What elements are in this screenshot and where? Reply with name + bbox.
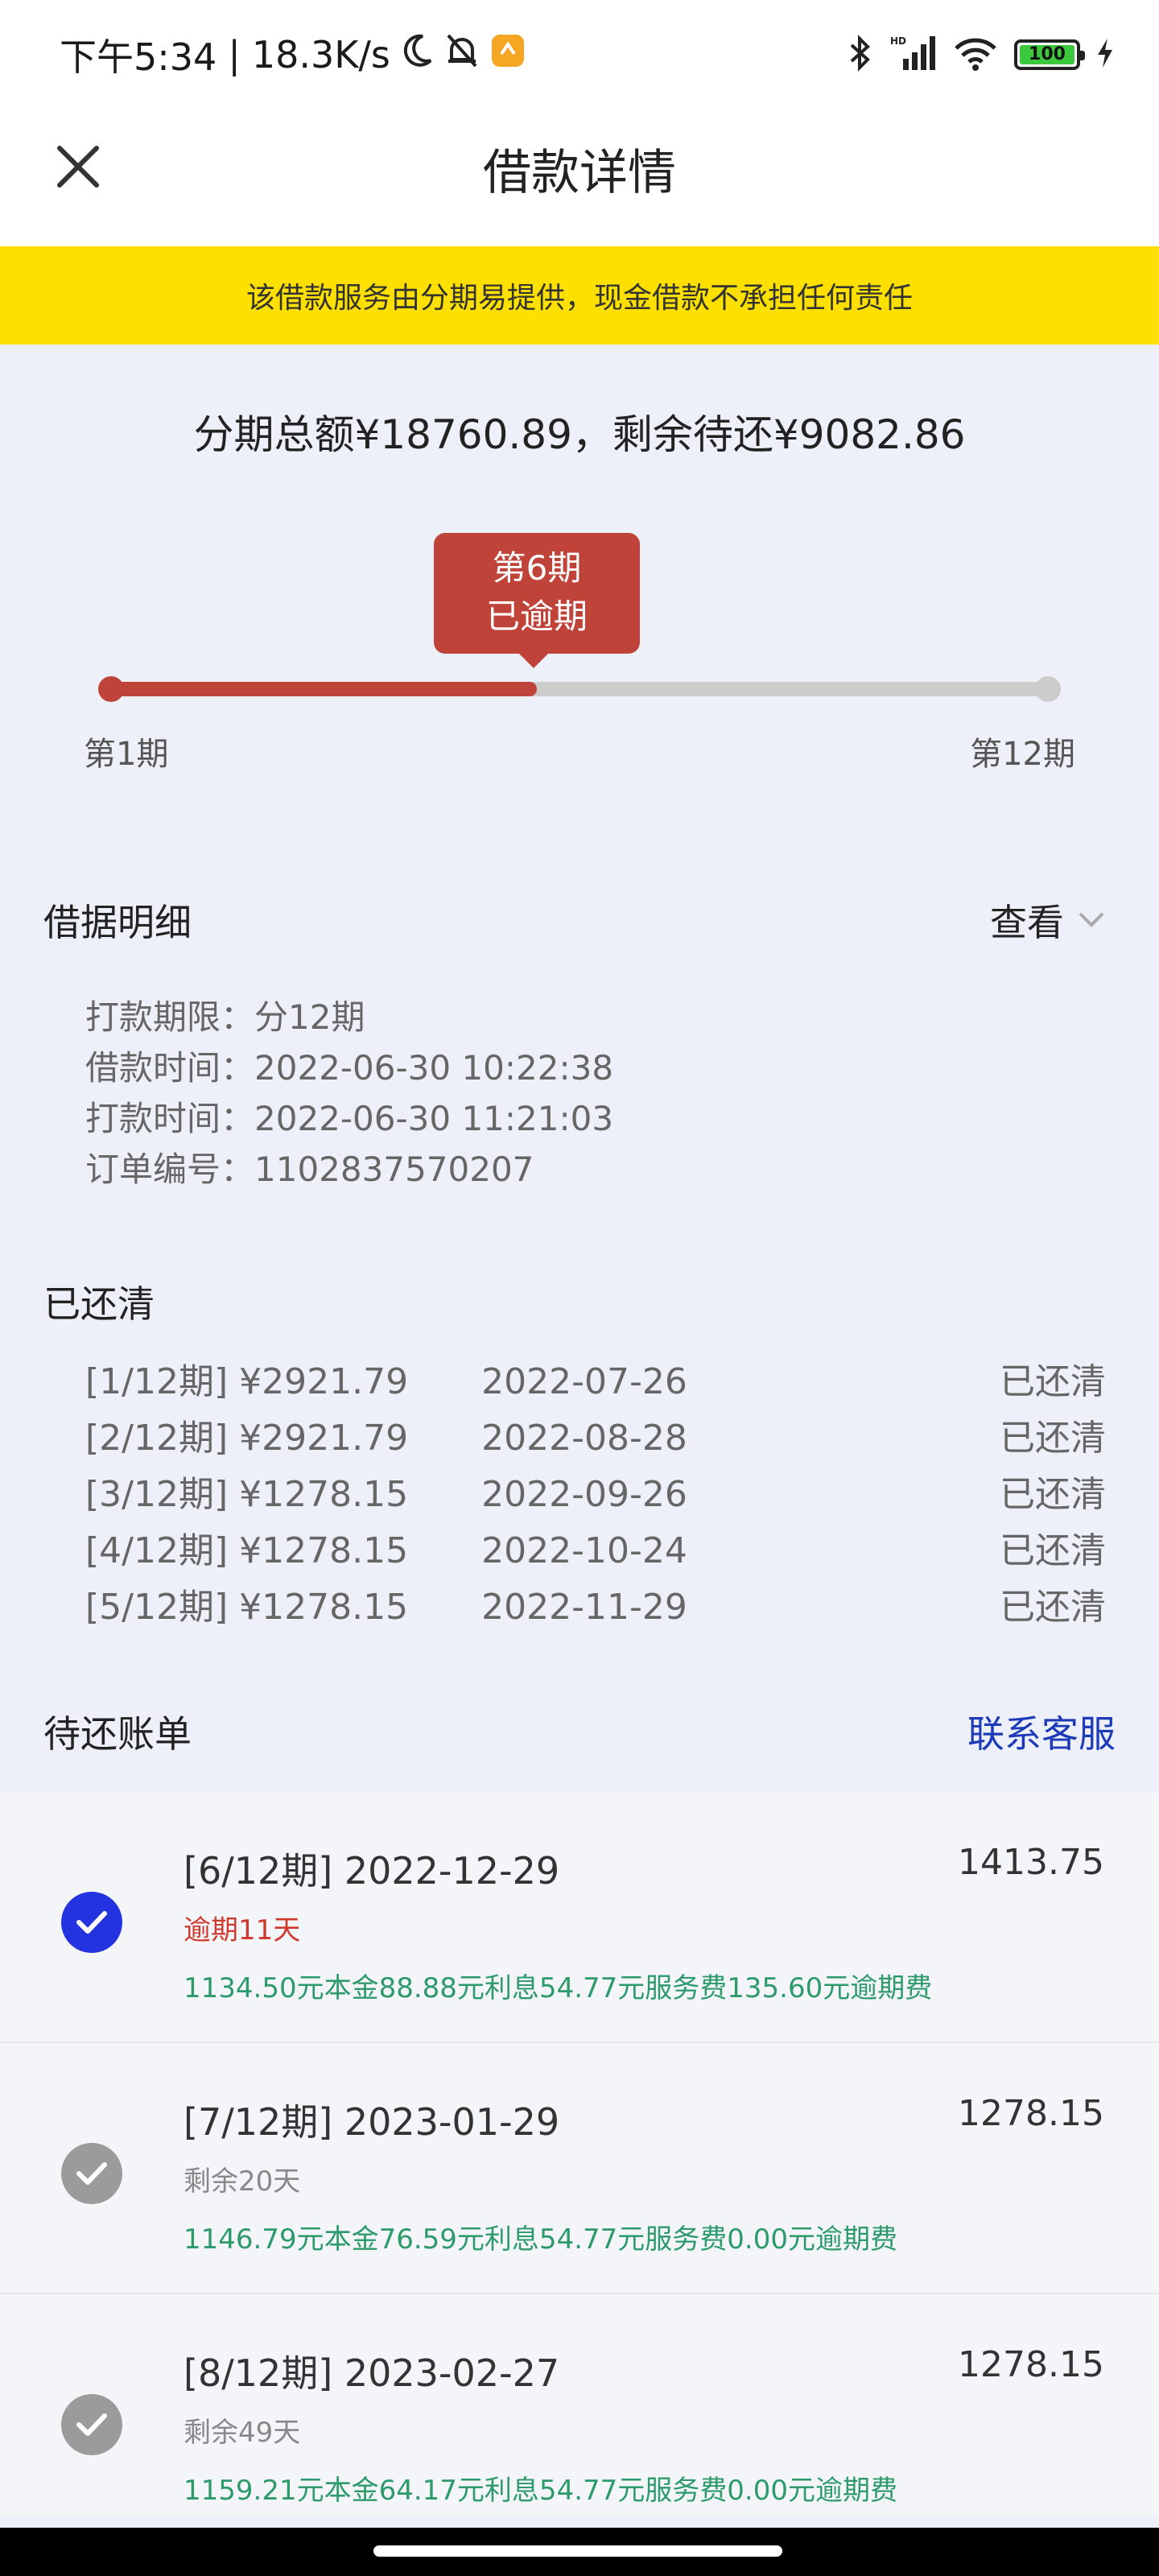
- paid-row: [2/12期] ¥2921.79 2022-08-28 已还清: [85, 1410, 1106, 1467]
- detail-row-loan-time: 借款时间：2022-06-30 10:22:38: [85, 1042, 613, 1093]
- home-gesture-bar[interactable]: [373, 2545, 782, 2557]
- bill-checkbox[interactable]: [61, 1892, 122, 1953]
- loan-detail-list: 打款期限：分12期 借款时间：2022-06-30 10:22:38 打款时间：…: [85, 992, 613, 1195]
- detail-label: 打款期限：: [85, 997, 255, 1037]
- paid-status: 已还清: [1000, 1530, 1106, 1571]
- bill-remaining-days: 剩余20天: [184, 2165, 301, 2198]
- view-loan-detail-button[interactable]: 查看: [990, 894, 1106, 947]
- paid-period: [4/12期] ¥1278.15: [85, 1530, 409, 1571]
- detail-row-order-number: 订单编号：1102837570207: [85, 1144, 613, 1195]
- progress-end-label: 第12期: [970, 736, 1075, 773]
- signal-hd-label: HD: [890, 35, 906, 47]
- bill-remaining-days: 剩余49天: [184, 2417, 301, 2449]
- detail-row-payout-time: 打款时间：2022-06-30 11:21:03: [85, 1093, 613, 1144]
- current-period-status: 已逾期: [485, 597, 588, 636]
- paid-status: 已还清: [1000, 1587, 1106, 1628]
- bill-breakdown: 1134.50元本金88.88元利息54.77元服务费135.60元逾期费: [184, 1972, 933, 2004]
- detail-value: 1102837570207: [254, 1150, 534, 1189]
- paid-section-title: 已还清: [43, 1282, 155, 1326]
- current-period-tooltip: 第6期 已逾期: [434, 533, 640, 668]
- progress-fill: [111, 682, 537, 696]
- bill-breakdown: 1146.79元本金76.59元利息54.77元服务费0.00元逾期费: [184, 2223, 897, 2256]
- paid-date: 2022-11-29: [481, 1587, 687, 1628]
- bill-item[interactable]: [8/12期] 2023-02-27 1278.15 剩余49天 1159.21…: [0, 2294, 1159, 2544]
- charging-icon: [1096, 37, 1114, 72]
- signal-icon: HD: [889, 35, 937, 75]
- installment-progress: 第6期 已逾期 第1期 第12期: [0, 531, 1159, 789]
- disclaimer-banner: 该借款服务由分期易提供，现金借款不承担任何责任: [0, 246, 1159, 345]
- paid-status: 已还清: [1000, 1418, 1106, 1459]
- installment-summary: 分期总额¥18760.89，剩余待还¥9082.86: [193, 411, 966, 458]
- bill-amount: 1278.15: [958, 2344, 1104, 2385]
- paid-status: 已还清: [1000, 1474, 1106, 1515]
- checkmark-icon: [76, 2162, 107, 2185]
- view-label: 查看: [990, 901, 1064, 944]
- bill-overdue-status: 逾期11天: [184, 1914, 301, 1946]
- disclaimer-text: 该借款服务由分期易提供，现金借款不承担任何责任: [245, 282, 913, 315]
- loan-detail-title: 借据明细: [43, 901, 192, 944]
- nav-bar: 借款详情: [0, 109, 1159, 246]
- status-bar-right: HD 100: [848, 29, 1114, 80]
- bill-amount: 1413.75: [958, 1842, 1104, 1883]
- detail-label: 订单编号：: [85, 1150, 255, 1189]
- bill-checkbox[interactable]: [61, 2394, 122, 2455]
- paid-period: [5/12期] ¥1278.15: [85, 1587, 409, 1628]
- app-root: 下午5:34 | 18.3K/s HD 100 借款详情 该借款服务由分期易提供…: [0, 0, 1159, 2576]
- detail-row-term: 打款期限：分12期: [85, 992, 613, 1042]
- battery-level: 100: [1020, 45, 1074, 64]
- bell-off-icon: [445, 32, 479, 78]
- progress-end-dot: [1035, 676, 1061, 702]
- paid-period: [3/12期] ¥1278.15: [85, 1474, 409, 1515]
- bill-title: [8/12期] 2023-02-27: [184, 2351, 560, 2395]
- status-bar-left: 下午5:34 | 18.3K/s: [60, 29, 526, 80]
- paid-status: 已还清: [1000, 1361, 1106, 1402]
- status-network-speed: 18.3K/s: [251, 33, 390, 76]
- progress-start-dot: [98, 676, 124, 702]
- bill-amount: 1278.15: [958, 2093, 1104, 2134]
- bill-item[interactable]: [6/12期] 2022-12-29 1413.75 逾期11天 1134.50…: [0, 1792, 1159, 2043]
- paid-row: [3/12期] ¥1278.15 2022-09-26 已还清: [85, 1467, 1106, 1523]
- paid-date: 2022-10-24: [481, 1530, 687, 1571]
- detail-label: 打款时间：: [85, 1099, 255, 1138]
- bill-title: [6/12期] 2022-12-29: [184, 1849, 560, 1893]
- detail-label: 借款时间：: [85, 1048, 255, 1088]
- bluetooth-icon: [848, 34, 872, 76]
- pending-bill-list: [6/12期] 2022-12-29 1413.75 逾期11天 1134.50…: [0, 1792, 1159, 2516]
- paid-date: 2022-08-28: [481, 1418, 687, 1459]
- battery-icon: 100: [1014, 39, 1085, 70]
- page-title: 借款详情: [483, 145, 676, 201]
- checkmark-icon: [76, 1911, 107, 1934]
- status-time: 下午5:34: [60, 35, 217, 79]
- paid-period: [1/12期] ¥2921.79: [85, 1361, 409, 1402]
- paid-date: 2022-07-26: [481, 1361, 687, 1402]
- app-notification-icon: [490, 33, 526, 77]
- chevron-down-icon: [1079, 912, 1104, 927]
- bill-item[interactable]: [7/12期] 2023-01-29 1278.15 剩余20天 1146.79…: [0, 2043, 1159, 2294]
- detail-value: 2022-06-30 10:22:38: [254, 1048, 614, 1088]
- pending-section-title: 待还账单: [43, 1712, 192, 1756]
- bill-title: [7/12期] 2023-01-29: [184, 2100, 560, 2144]
- paid-date: 2022-09-26: [481, 1474, 687, 1515]
- current-period-label: 第6期: [492, 548, 582, 588]
- bill-checkbox[interactable]: [61, 2143, 122, 2204]
- status-separator: |: [228, 33, 241, 76]
- bill-breakdown: 1159.21元本金64.17元利息54.77元服务费0.00元逾期费: [184, 2475, 897, 2507]
- moon-icon: [402, 33, 434, 77]
- contact-support-link[interactable]: 联系客服: [967, 1705, 1116, 1758]
- paid-list: [1/12期] ¥2921.79 2022-07-26 已还清 [2/12期] …: [85, 1354, 1106, 1636]
- progress-track: [111, 682, 1048, 696]
- paid-period: [2/12期] ¥2921.79: [85, 1418, 409, 1459]
- detail-value: 分12期: [254, 997, 365, 1037]
- paid-row: [4/12期] ¥1278.15 2022-10-24 已还清: [85, 1523, 1106, 1579]
- status-bar: 下午5:34 | 18.3K/s HD 100: [0, 0, 1159, 109]
- progress-start-label: 第1期: [84, 736, 169, 773]
- checkmark-icon: [76, 2413, 107, 2436]
- paid-row: [5/12期] ¥1278.15 2022-11-29 已还清: [85, 1579, 1106, 1636]
- wifi-icon: [953, 35, 998, 74]
- paid-row: [1/12期] ¥2921.79 2022-07-26 已还清: [85, 1354, 1106, 1410]
- detail-value: 2022-06-30 11:21:03: [254, 1099, 614, 1138]
